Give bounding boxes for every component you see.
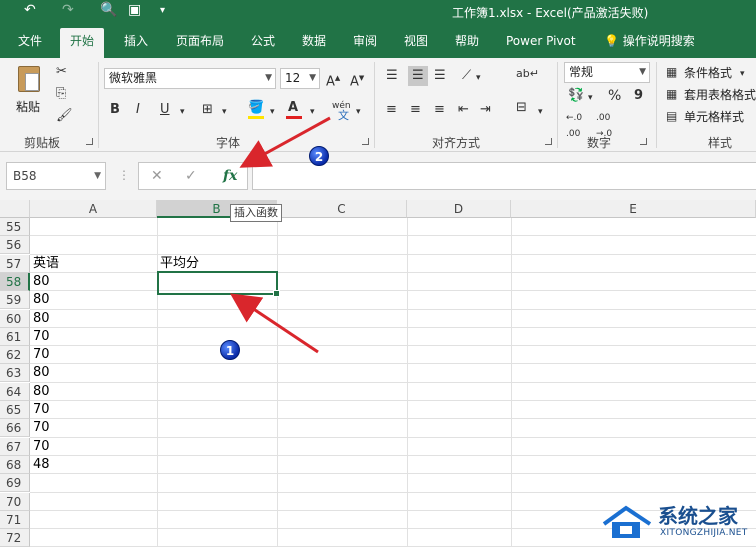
house-logo-icon <box>602 505 652 538</box>
step-marker-1: 1 <box>220 340 240 360</box>
watermark-subtitle: XITONGZHIJIA.NET <box>660 528 748 538</box>
step-marker-2: 2 <box>309 146 329 166</box>
arrow-to-cell <box>230 293 319 354</box>
annotation-arrows <box>230 116 331 354</box>
watermark-logo: 系统之家 XITONGZHIJIA.NET <box>598 498 756 547</box>
watermark-title: 系统之家 <box>658 504 738 528</box>
